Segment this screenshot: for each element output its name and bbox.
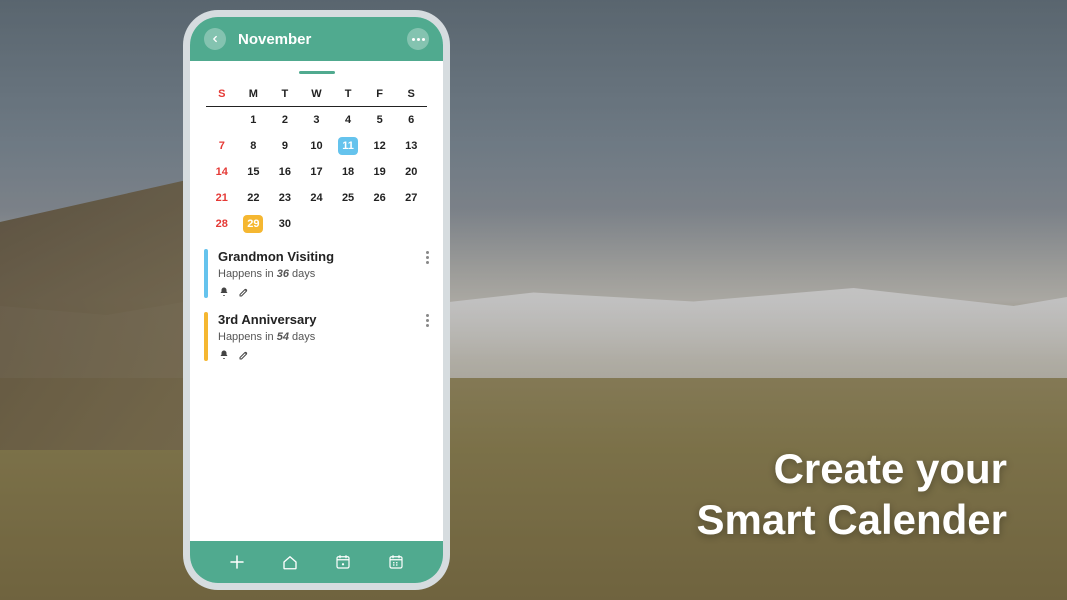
- calendar-day-header: F: [364, 82, 396, 107]
- dot-icon: [412, 38, 415, 41]
- calendar-day-header: W: [301, 82, 333, 107]
- calendar-cell[interactable]: 10: [301, 133, 333, 159]
- event-subtitle: Happens in 54 days: [218, 331, 429, 343]
- event-more-button[interactable]: [426, 314, 429, 327]
- calendar-cell[interactable]: 20: [395, 159, 427, 185]
- calendar-cell: [301, 211, 333, 237]
- event-body: 3rd Anniversary Happens in 54 days: [218, 312, 429, 361]
- promo-headline: Create your Smart Calender: [697, 444, 1007, 545]
- calendar-cell[interactable]: 12: [364, 133, 396, 159]
- calendar-cell[interactable]: 2: [269, 107, 301, 133]
- events-list: Grandmon Visiting Happens in 36 days 3rd…: [190, 237, 443, 383]
- event-title: 3rd Anniversary: [218, 312, 429, 327]
- bell-icon[interactable]: [218, 286, 230, 298]
- event-action-icons: [218, 349, 429, 361]
- calendar-cell[interactable]: 4: [332, 107, 364, 133]
- calendar-cell[interactable]: 8: [238, 133, 270, 159]
- calendar-cell[interactable]: 27: [395, 185, 427, 211]
- plus-icon: [228, 553, 246, 571]
- calendar-month-button[interactable]: [382, 548, 410, 576]
- dot-icon: [417, 38, 420, 41]
- calendar-day-header: S: [206, 82, 238, 107]
- calendar-cell: [332, 211, 364, 237]
- event-title: Grandmon Visiting: [218, 249, 429, 264]
- calendar-cell[interactable]: 16: [269, 159, 301, 185]
- calendar-day-button[interactable]: [329, 548, 357, 576]
- calendar-cell[interactable]: 24: [301, 185, 333, 211]
- edit-icon[interactable]: [238, 349, 250, 361]
- calendar-cell: [395, 211, 427, 237]
- back-button[interactable]: [204, 28, 226, 50]
- calendar-month-icon: [387, 553, 405, 571]
- phone-screen: November SMTWTFS 12345678910111213141516…: [190, 17, 443, 583]
- event-item[interactable]: 3rd Anniversary Happens in 54 days: [204, 312, 429, 361]
- dot-icon: [422, 38, 425, 41]
- event-more-button[interactable]: [426, 251, 429, 264]
- event-color-bar: [204, 249, 208, 298]
- calendar: SMTWTFS 12345678910111213141516171819202…: [190, 82, 443, 237]
- calendar-body: 1234567891011121314151617181920212223242…: [206, 107, 427, 237]
- calendar-day-header: S: [395, 82, 427, 107]
- calendar-cell[interactable]: 29: [238, 211, 270, 237]
- chevron-left-icon: [210, 34, 220, 44]
- calendar-cell[interactable]: 11: [332, 133, 364, 159]
- calendar-cell[interactable]: 13: [395, 133, 427, 159]
- event-color-bar: [204, 312, 208, 361]
- calendar-cell: [364, 211, 396, 237]
- calendar-cell[interactable]: 23: [269, 185, 301, 211]
- calendar-cell: [206, 107, 238, 133]
- calendar-cell[interactable]: 21: [206, 185, 238, 211]
- calendar-cell[interactable]: 26: [364, 185, 396, 211]
- calendar-cell[interactable]: 7: [206, 133, 238, 159]
- content-area: SMTWTFS 12345678910111213141516171819202…: [190, 61, 443, 541]
- headline-line-2: Smart Calender: [697, 495, 1007, 545]
- calendar-cell[interactable]: 1: [238, 107, 270, 133]
- calendar-header-row: SMTWTFS: [206, 82, 427, 107]
- calendar-day-header: T: [332, 82, 364, 107]
- calendar-day-icon: [334, 553, 352, 571]
- event-body: Grandmon Visiting Happens in 36 days: [218, 249, 429, 298]
- bell-icon[interactable]: [218, 349, 230, 361]
- add-button[interactable]: [223, 548, 251, 576]
- home-icon: [281, 553, 299, 571]
- home-button[interactable]: [276, 548, 304, 576]
- calendar-cell[interactable]: 18: [332, 159, 364, 185]
- calendar-cell[interactable]: 3: [301, 107, 333, 133]
- calendar-cell[interactable]: 5: [364, 107, 396, 133]
- event-action-icons: [218, 286, 429, 298]
- app-header: November: [190, 17, 443, 61]
- edit-icon[interactable]: [238, 286, 250, 298]
- calendar-cell[interactable]: 30: [269, 211, 301, 237]
- calendar-cell[interactable]: 19: [364, 159, 396, 185]
- headline-line-1: Create your: [697, 444, 1007, 494]
- drag-handle[interactable]: [299, 71, 335, 74]
- event-subtitle: Happens in 36 days: [218, 268, 429, 280]
- calendar-day-header: T: [269, 82, 301, 107]
- calendar-cell[interactable]: 15: [238, 159, 270, 185]
- header-month-title: November: [238, 31, 311, 48]
- phone-frame: November SMTWTFS 12345678910111213141516…: [183, 10, 450, 590]
- calendar-cell[interactable]: 25: [332, 185, 364, 211]
- calendar-cell[interactable]: 22: [238, 185, 270, 211]
- calendar-cell[interactable]: 28: [206, 211, 238, 237]
- calendar-cell[interactable]: 14: [206, 159, 238, 185]
- calendar-day-header: M: [238, 82, 270, 107]
- bottom-nav: [190, 541, 443, 583]
- event-item[interactable]: Grandmon Visiting Happens in 36 days: [204, 249, 429, 298]
- calendar-cell[interactable]: 6: [395, 107, 427, 133]
- more-button[interactable]: [407, 28, 429, 50]
- calendar-cell[interactable]: 17: [301, 159, 333, 185]
- calendar-cell[interactable]: 9: [269, 133, 301, 159]
